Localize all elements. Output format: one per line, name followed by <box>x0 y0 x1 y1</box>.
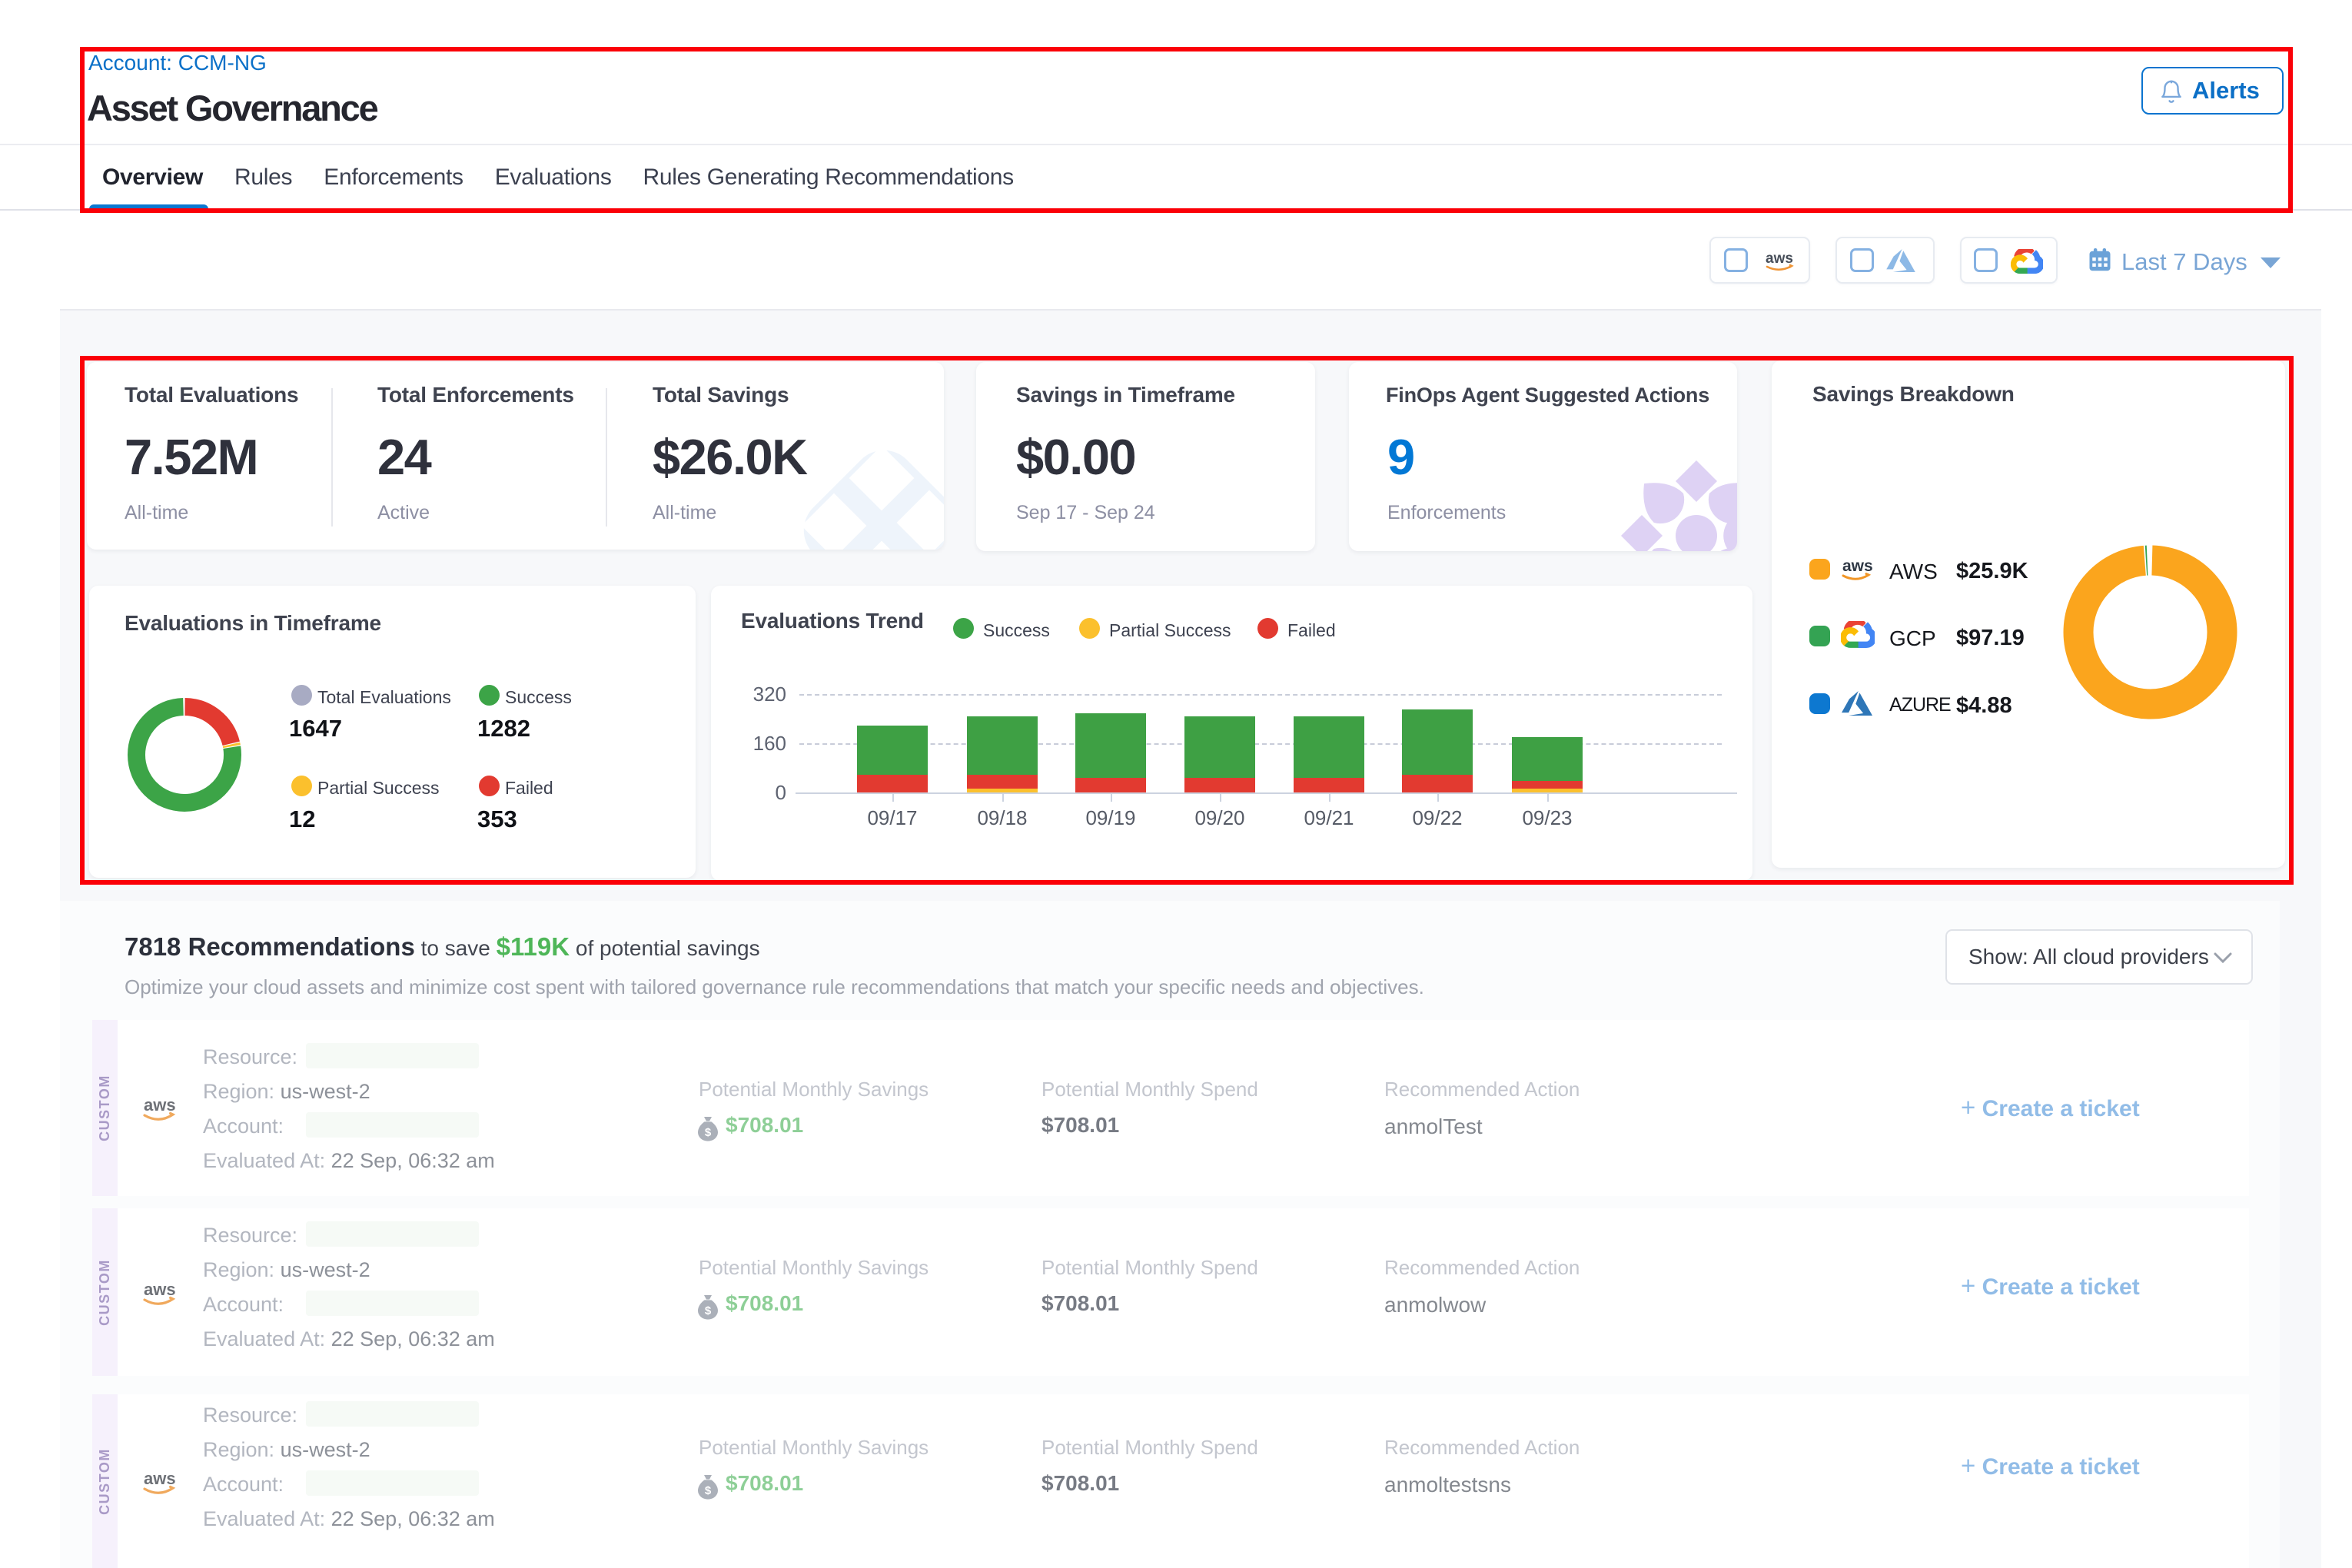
svg-text:$: $ <box>705 1304 712 1317</box>
svg-text:aws: aws <box>1766 251 1793 267</box>
svg-text:aws: aws <box>1842 557 1873 575</box>
svg-text:aws: aws <box>144 1280 176 1299</box>
svg-text:aws: aws <box>144 1095 176 1115</box>
svg-text:$: $ <box>705 1484 712 1497</box>
svg-text:$: $ <box>705 1126 712 1139</box>
svg-text:aws: aws <box>144 1469 176 1488</box>
